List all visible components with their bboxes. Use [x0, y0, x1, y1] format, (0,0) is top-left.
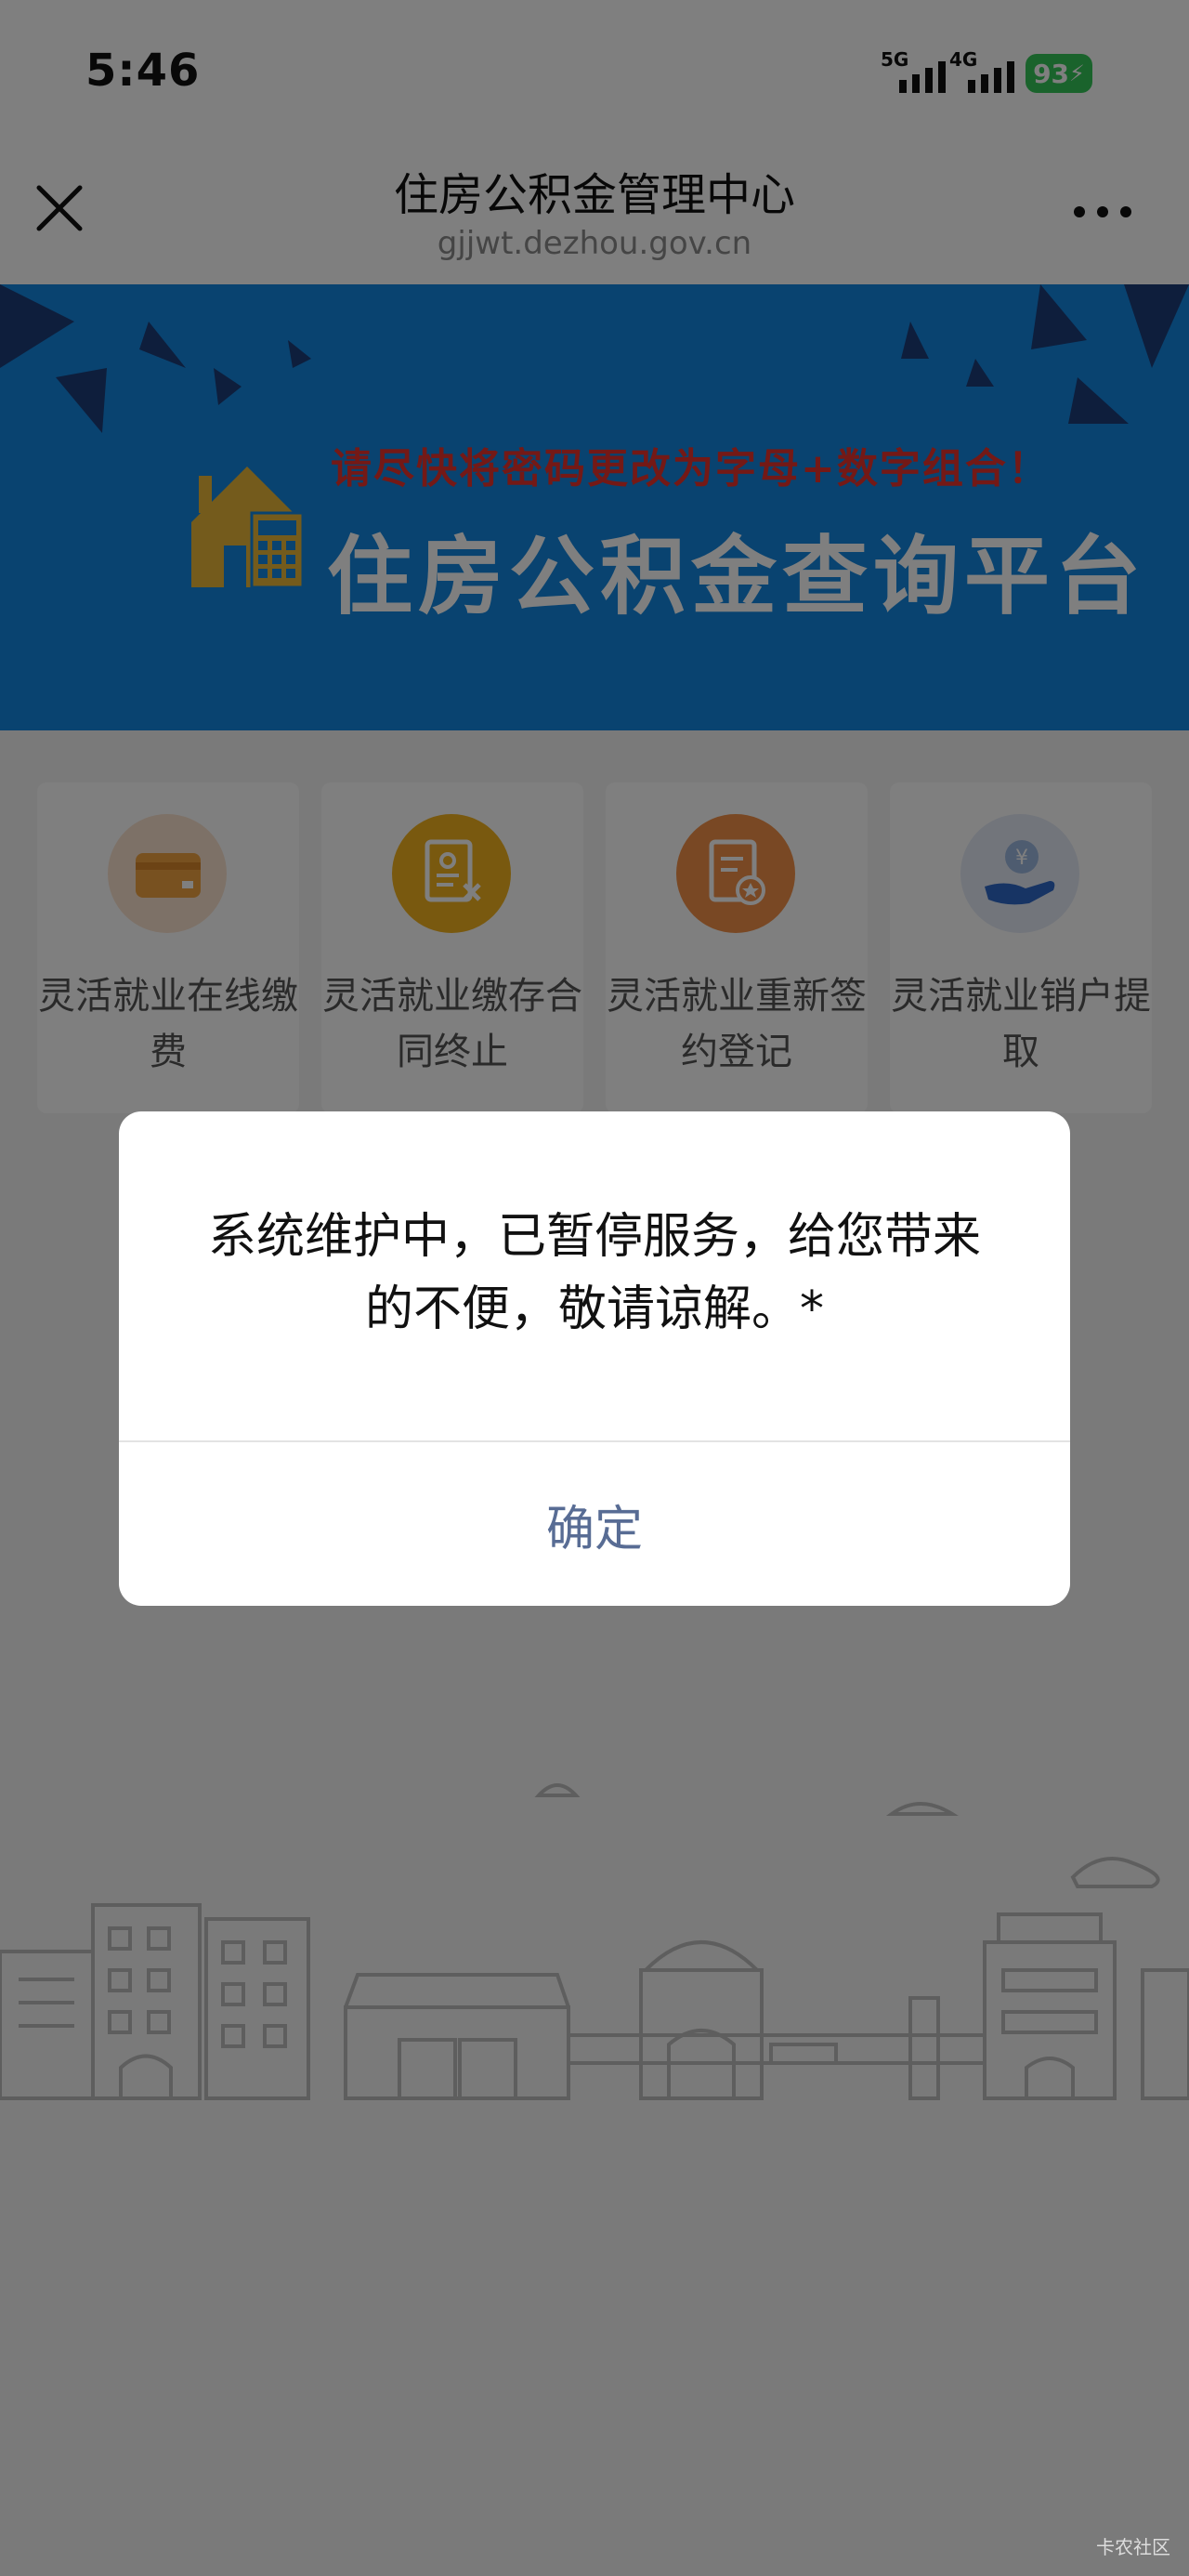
dialog-message: 系统维护中，已暂停服务，给您带来的不便，敬请谅解。*: [207, 1209, 981, 1337]
confirm-button[interactable]: 确定: [119, 1442, 1070, 1606]
alert-dialog: 系统维护中，已暂停服务，给您带来的不便，敬请谅解。* 确定: [119, 1111, 1070, 1606]
watermark: 卡农社区: [1096, 2536, 1170, 2558]
